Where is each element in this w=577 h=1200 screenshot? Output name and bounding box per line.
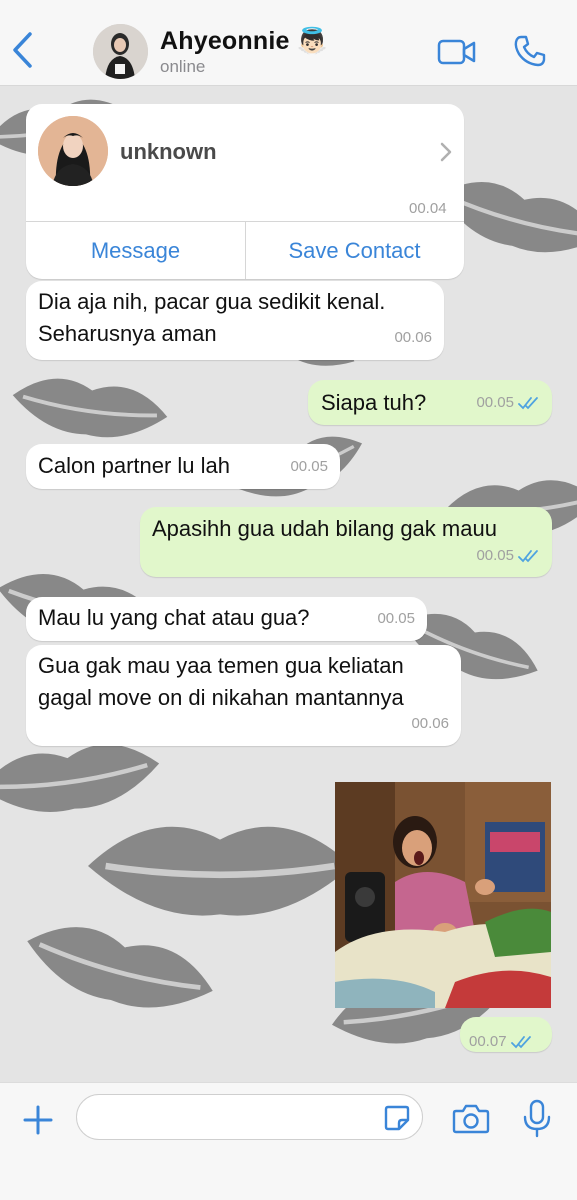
phone-icon[interactable]: [513, 34, 547, 68]
shared-contact-name: unknown: [120, 139, 217, 164]
contact-avatar[interactable]: [93, 24, 148, 79]
image-message[interactable]: [335, 782, 551, 1008]
message-input[interactable]: [76, 1094, 423, 1140]
chevron-right-icon[interactable]: [439, 141, 453, 163]
message-input-bar: [0, 1082, 577, 1200]
double-check-icon: [518, 397, 538, 410]
contact-name[interactable]: Ahyeonnie 👼🏻: [160, 27, 328, 56]
message-time: 00.04: [409, 200, 447, 217]
message-text: Gua gak mau yaa temen gua keliatan gagal…: [38, 653, 404, 710]
message-text: Apasihh gua udah bilang gak mauu: [152, 516, 497, 541]
chat-header: Ahyeonnie 👼🏻 online: [0, 0, 577, 86]
plus-icon[interactable]: [22, 1104, 54, 1136]
contact-status: online: [160, 57, 206, 76]
save-contact-button[interactable]: Save Contact: [245, 222, 464, 279]
message-text: Siapa tuh?: [321, 390, 427, 415]
message-bubble-incoming[interactable]: Mau lu yang chat atau gua? 00.05: [26, 597, 427, 641]
message-meta: 00.07: [469, 1026, 533, 1058]
sticker-icon[interactable]: [383, 1104, 411, 1132]
message-time: 00.06: [411, 715, 449, 732]
shared-contact-avatar: [38, 116, 108, 186]
message-time: 00.05: [476, 547, 514, 564]
message-bubble-incoming[interactable]: Calon partner lu lah 00.05: [26, 444, 340, 489]
message-meta: 00.05: [476, 387, 540, 419]
message-time: 00.05: [476, 394, 514, 411]
message-time: 00.05: [290, 458, 328, 475]
message-time: 00.06: [394, 329, 432, 346]
message-contact-button[interactable]: Message: [26, 222, 245, 279]
message-bubble-incoming[interactable]: Dia aja nih, pacar gua sedikit kenal. Se…: [26, 281, 444, 360]
message-text: Dia aja nih, pacar gua sedikit kenal. Se…: [38, 289, 386, 346]
message-bubble-outgoing[interactable]: 00.07: [460, 1017, 552, 1052]
microphone-icon[interactable]: [522, 1099, 552, 1139]
back-chevron-icon[interactable]: [10, 30, 36, 70]
camera-icon[interactable]: [452, 1103, 490, 1135]
message-text: Calon partner lu lah: [38, 453, 231, 478]
double-check-icon: [510, 1036, 531, 1049]
shared-contact-card[interactable]: unknown 00.04 Message Save Contact: [26, 104, 464, 279]
message-meta: 00.05: [476, 540, 540, 572]
message-bubble-outgoing[interactable]: Siapa tuh? 00.05: [308, 380, 552, 425]
double-check-icon: [518, 550, 538, 563]
message-bubble-incoming[interactable]: Gua gak mau yaa temen gua keliatan gagal…: [26, 645, 461, 746]
message-text: Mau lu yang chat atau gua?: [38, 605, 310, 630]
message-bubble-outgoing[interactable]: Apasihh gua udah bilang gak mauu 00.05: [140, 507, 552, 577]
message-time: 00.05: [377, 610, 415, 627]
message-time: 00.07: [469, 1033, 507, 1050]
video-call-icon[interactable]: [437, 37, 477, 67]
